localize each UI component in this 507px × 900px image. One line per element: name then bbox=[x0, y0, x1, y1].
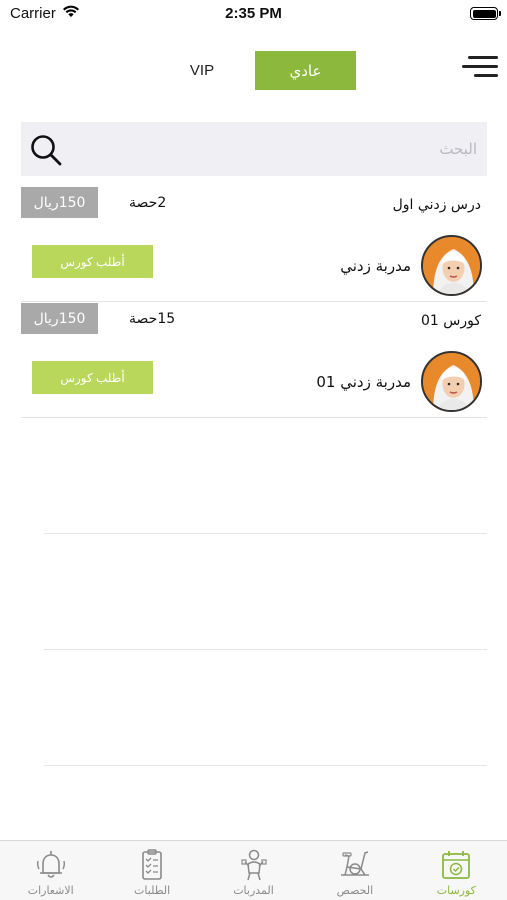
tab-label: كورسات bbox=[436, 884, 476, 897]
search-icon[interactable] bbox=[29, 133, 63, 167]
course-card[interactable]: كورس 01 15حصة 150ريال أطلب كورس مدربة زد… bbox=[21, 301, 487, 418]
trainer-name: مدربة زدني 01 bbox=[316, 373, 411, 391]
tab-label: الاشعارات bbox=[27, 884, 74, 897]
trainer-icon bbox=[240, 849, 267, 881]
list-separator bbox=[44, 765, 487, 766]
list-separator bbox=[44, 533, 487, 534]
tab-label: الحصص bbox=[336, 884, 374, 897]
tab-normal[interactable]: عادي bbox=[255, 51, 356, 90]
bell-icon bbox=[36, 851, 65, 878]
request-course-button[interactable]: أطلب كورس bbox=[32, 245, 153, 278]
request-course-button[interactable]: أطلب كورس bbox=[32, 361, 153, 394]
tab-trainers[interactable]: المدربات bbox=[203, 841, 304, 900]
session-count: 15حصة bbox=[129, 311, 176, 327]
trainer-name: مدربة زدني bbox=[340, 257, 411, 275]
exercise-bike-icon bbox=[340, 851, 369, 876]
trainer-avatar bbox=[421, 235, 482, 296]
tab-courses[interactable]: كورسات bbox=[406, 841, 507, 900]
tab-label: المدربات bbox=[233, 884, 274, 897]
status-bar: Carrier 2:35 PM bbox=[0, 0, 507, 30]
tab-vip[interactable]: VIP bbox=[160, 51, 244, 90]
trainer-avatar bbox=[421, 351, 482, 412]
course-title: كورس 01 bbox=[420, 313, 481, 329]
menu-button[interactable] bbox=[462, 56, 498, 80]
status-time: 2:35 PM bbox=[225, 5, 282, 22]
price-badge: 150ريال bbox=[21, 303, 98, 334]
calendar-check-icon bbox=[442, 851, 471, 879]
tab-requests[interactable]: الطلبات bbox=[101, 841, 202, 900]
list-separator bbox=[44, 649, 487, 650]
session-count: 2حصة bbox=[129, 195, 167, 211]
tab-bar: الاشعارات الطلبات المدربات الحصص كورسات bbox=[0, 840, 507, 900]
search-input[interactable] bbox=[81, 122, 477, 176]
tab-sessions[interactable]: الحصص bbox=[304, 841, 405, 900]
search-bar bbox=[21, 122, 487, 176]
tab-label: الطلبات bbox=[134, 884, 171, 897]
course-title: درس زدني اول bbox=[392, 197, 481, 213]
tab-notifications[interactable]: الاشعارات bbox=[0, 841, 101, 900]
battery-icon bbox=[470, 7, 501, 20]
course-card[interactable]: درس زدني اول 2حصة 150ريال أطلب كورس مدرب… bbox=[21, 185, 487, 302]
price-badge: 150ريال bbox=[21, 187, 98, 218]
clipboard-icon bbox=[142, 849, 162, 880]
